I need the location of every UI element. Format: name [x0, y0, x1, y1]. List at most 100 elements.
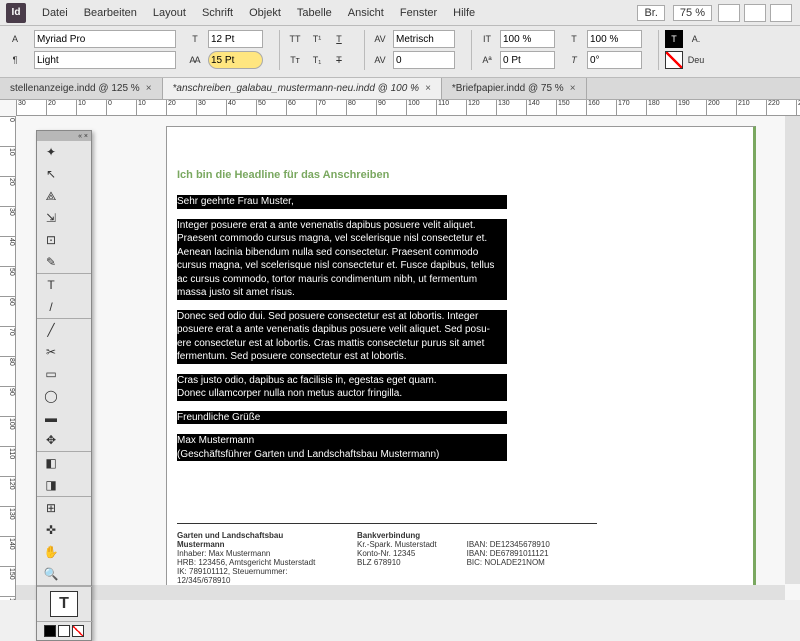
color-swatches: [37, 622, 91, 640]
underline-icon[interactable]: T: [330, 30, 348, 48]
tool-button[interactable]: ✜: [37, 519, 65, 541]
paragraph-mode-icon[interactable]: ¶: [6, 51, 24, 69]
font-size-icon: T: [186, 30, 204, 48]
tool-button[interactable]: ⊞: [37, 497, 65, 519]
horizontal-ruler[interactable]: 3020100102030405060708090100110120130140…: [16, 100, 800, 116]
tool-button[interactable]: ⇲: [37, 207, 65, 229]
footer-line: IBAN: DE12345678910: [467, 540, 550, 549]
tools-panel[interactable]: « × ✦↖⟁⇲⊡✎T/╱✂▭◯▬✥◧◨⊞✜✋🔍 T: [36, 130, 92, 641]
page[interactable]: Ich bin die Headline für das Anschreiben…: [166, 126, 756, 600]
horizontal-scrollbar[interactable]: [16, 585, 785, 600]
subscript-icon[interactable]: T₁: [308, 51, 326, 69]
bridge-button[interactable]: Br.: [637, 5, 664, 21]
document-canvas[interactable]: Ich bin die Headline für das Anschreiben…: [16, 116, 800, 600]
menu-view[interactable]: Ansicht: [340, 3, 392, 23]
tool-button[interactable]: ⟁: [37, 185, 65, 207]
tool-button[interactable]: ◧: [37, 452, 65, 474]
char-style-icon[interactable]: A.: [687, 30, 705, 48]
tool-button[interactable]: ✥: [37, 429, 65, 451]
ruler-tick: 100: [0, 416, 15, 446]
panel-handle[interactable]: « ×: [37, 131, 91, 141]
font-family-select[interactable]: [34, 30, 176, 48]
tab-anschreiben[interactable]: *anschreiben_galabau_mustermann-neu.indd…: [163, 78, 442, 99]
screen-mode-icon[interactable]: [744, 4, 766, 22]
none-swatch[interactable]: [72, 625, 84, 637]
menu-layout[interactable]: Layout: [145, 3, 194, 23]
ruler-tick: 220: [766, 100, 796, 115]
p2-line: ere consectetur est at lobortis. Cras ma…: [177, 337, 507, 351]
strikethrough-icon[interactable]: T: [330, 51, 348, 69]
menu-type[interactable]: Schrift: [194, 3, 241, 23]
tool-button[interactable]: ⊡: [37, 229, 65, 251]
tab-stellenanzeige[interactable]: stellenanzeige.indd @ 125 % ×: [0, 78, 163, 99]
tool-button[interactable]: ✂: [37, 341, 65, 363]
ruler-tick: 150: [556, 100, 586, 115]
tool-button[interactable]: 🔍: [37, 563, 65, 585]
allcaps-icon[interactable]: TT: [286, 30, 304, 48]
fill-swatch[interactable]: [44, 625, 56, 637]
baseline-input[interactable]: [500, 51, 555, 69]
tool-button[interactable]: ✦: [37, 141, 65, 163]
tool-button[interactable]: ▬: [37, 407, 65, 429]
close-icon[interactable]: ×: [425, 83, 431, 94]
tool-button[interactable]: ◯: [37, 385, 65, 407]
tab-briefpapier[interactable]: *Briefpapier.indd @ 75 %×: [442, 78, 587, 99]
menu-table[interactable]: Tabelle: [289, 3, 340, 23]
kerning-select[interactable]: [393, 30, 455, 48]
tool-button[interactable]: ◨: [37, 474, 65, 496]
tool-button[interactable]: T: [37, 274, 65, 296]
skew-input[interactable]: [587, 51, 642, 69]
tool-button[interactable]: ✎: [37, 251, 65, 273]
menu-file[interactable]: Datei: [34, 3, 76, 23]
menu-edit[interactable]: Bearbeiten: [76, 3, 145, 23]
ruler-tick: 60: [0, 296, 15, 326]
arrange-icon[interactable]: [770, 4, 792, 22]
superscript-icon[interactable]: T¹: [308, 30, 326, 48]
hscale-input[interactable]: [587, 30, 642, 48]
vscale-input[interactable]: [500, 30, 555, 48]
ruler-tick: 170: [616, 100, 646, 115]
menu-help[interactable]: Hilfe: [445, 3, 483, 23]
signature-name: Max Mustermann: [177, 434, 507, 448]
font-size-input[interactable]: [208, 30, 263, 48]
headline-text[interactable]: Ich bin die Headline für das Anschreiben: [177, 169, 753, 181]
ruler-tick: 90: [0, 386, 15, 416]
stroke-swatch[interactable]: [58, 625, 70, 637]
leading-input[interactable]: [208, 51, 263, 69]
body-text-frame[interactable]: Sehr geehrte Frau Muster, Integer posuer…: [177, 195, 507, 461]
close-icon[interactable]: ×: [146, 83, 152, 94]
tab-label: stellenanzeige.indd @ 125 %: [10, 83, 140, 94]
footer-line: HRB: 123456, Amtsgericht Musterstadt: [177, 558, 327, 567]
tool-button[interactable]: ✋: [37, 541, 65, 563]
close-icon[interactable]: ×: [570, 83, 576, 94]
tool-button[interactable]: ╱: [37, 319, 65, 341]
ruler-tick: 80: [346, 100, 376, 115]
leading-icon: Ꜳ: [186, 51, 204, 69]
baseline-icon: Aª: [478, 51, 496, 69]
stroke-color-icon[interactable]: [665, 51, 683, 69]
tool-button[interactable]: ↖: [37, 163, 65, 185]
font-style-select[interactable]: [34, 51, 176, 69]
smallcaps-icon[interactable]: Tᴛ: [286, 51, 304, 69]
ruler-tick: 230: [796, 100, 800, 115]
character-mode-icon[interactable]: A: [6, 30, 24, 48]
ruler-tick: 110: [436, 100, 466, 115]
menu-window[interactable]: Fenster: [392, 3, 445, 23]
view-mode-icon[interactable]: [718, 4, 740, 22]
tracking-input[interactable]: [393, 51, 455, 69]
vertical-scrollbar[interactable]: [785, 116, 800, 584]
tool-button[interactable]: ▭: [37, 363, 65, 385]
vertical-ruler[interactable]: 0102030405060708090100110120130140150160: [0, 116, 16, 600]
zoom-level-select[interactable]: 75 %: [673, 5, 712, 21]
footer-rule: [177, 523, 597, 524]
menu-object[interactable]: Objekt: [241, 3, 289, 23]
p2-line: fermentum. Sed posuere consectetur est a…: [177, 350, 507, 364]
type-tool-big-icon[interactable]: T: [50, 591, 78, 617]
ruler-tick: 30: [0, 206, 15, 236]
ruler-tick: 10: [0, 146, 15, 176]
tool-button[interactable]: /: [37, 296, 65, 318]
p1-line: Integer posuere erat a ante venenatis da…: [177, 219, 507, 233]
p1-line: massa justo sit amet risus.: [177, 286, 507, 300]
ruler-tick: 120: [0, 476, 15, 506]
fill-color-icon[interactable]: T: [665, 30, 683, 48]
